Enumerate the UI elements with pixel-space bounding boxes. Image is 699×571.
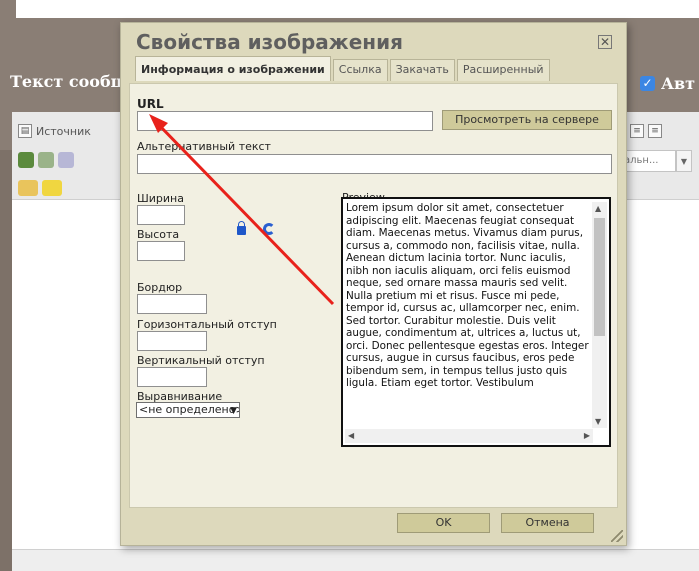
chevron-down-icon[interactable]: ▼ bbox=[676, 150, 692, 172]
ok-button[interactable]: OK bbox=[397, 513, 490, 533]
list-buttons: ≡ ≡ bbox=[630, 124, 662, 138]
browse-server-button[interactable]: Просмотреть на сервере bbox=[442, 110, 612, 130]
border-label: Бордюр bbox=[137, 281, 183, 294]
scroll-right-icon[interactable]: ▶ bbox=[584, 431, 590, 440]
hspace-label: Горизонтальный отступ bbox=[137, 318, 277, 331]
vspace-label: Вертикальный отступ bbox=[137, 354, 265, 367]
alt-text-input[interactable] bbox=[137, 154, 612, 174]
numbered-list-icon[interactable]: ≡ bbox=[630, 124, 644, 138]
source-icon: ▤ bbox=[18, 124, 32, 138]
tab-advanced[interactable]: Расширенный bbox=[456, 59, 550, 81]
border-input[interactable] bbox=[137, 294, 207, 314]
align-select[interactable]: <не определено> ▼ bbox=[136, 402, 240, 418]
image-icon[interactable] bbox=[18, 152, 34, 168]
left-strip bbox=[0, 150, 12, 571]
alt-text-label: Альтернативный текст bbox=[137, 140, 271, 153]
style-select[interactable]: альн... bbox=[620, 150, 676, 172]
scroll-up-icon[interactable]: ▲ bbox=[595, 204, 601, 213]
background-color-icon[interactable] bbox=[42, 180, 62, 196]
url-input[interactable] bbox=[137, 111, 433, 131]
preview-box: Lorem ipsum dolor sit amet, consectetuer… bbox=[341, 197, 611, 447]
vspace-input[interactable] bbox=[137, 367, 207, 387]
height-input[interactable] bbox=[137, 241, 185, 261]
resize-grip-icon[interactable] bbox=[611, 530, 623, 542]
source-label: Источник bbox=[36, 124, 91, 138]
align-select-value: <не определено> bbox=[139, 403, 240, 416]
width-label: Ширина bbox=[137, 192, 184, 205]
checkbox-icon[interactable]: ✓ bbox=[640, 76, 655, 91]
tab-upload[interactable]: Закачать bbox=[389, 59, 455, 81]
hspace-input[interactable] bbox=[137, 331, 207, 351]
flag-icon[interactable] bbox=[58, 152, 74, 168]
auto-option[interactable]: ✓ Авт bbox=[640, 74, 695, 93]
toolbar-row-2 bbox=[18, 152, 74, 168]
cancel-button[interactable]: Отмена bbox=[501, 513, 594, 533]
preview-text: Lorem ipsum dolor sit amet, consectetuer… bbox=[346, 202, 589, 389]
flash-icon[interactable] bbox=[38, 152, 54, 168]
page-top-panel bbox=[16, 0, 699, 18]
auto-label: Авт bbox=[661, 74, 696, 93]
tab-image-info[interactable]: Информация о изображении bbox=[135, 56, 331, 81]
image-properties-dialog: Свойства изображения ✕ Информация о изоб… bbox=[120, 22, 627, 546]
width-input[interactable] bbox=[137, 205, 185, 225]
url-label: URL bbox=[137, 97, 164, 111]
message-text-heading: Текст сообщения bbox=[10, 72, 122, 91]
dialog-title: Свойства изображения bbox=[136, 30, 403, 54]
height-label: Высота bbox=[137, 228, 180, 241]
text-color-icon[interactable] bbox=[18, 180, 38, 196]
bulleted-list-icon[interactable]: ≡ bbox=[648, 124, 662, 138]
lock-ratio-icon[interactable] bbox=[237, 221, 246, 235]
reset-size-icon[interactable] bbox=[263, 223, 275, 235]
source-button[interactable]: ▤ Источник bbox=[18, 124, 91, 138]
toolbar-row-3 bbox=[18, 180, 62, 196]
scroll-thumb[interactable] bbox=[594, 218, 605, 336]
close-icon[interactable]: ✕ bbox=[598, 35, 612, 49]
preview-vertical-scrollbar[interactable]: ▲ ▼ bbox=[592, 202, 607, 428]
scroll-left-icon[interactable]: ◀ bbox=[348, 431, 354, 440]
dialog-tabs: Информация о изображении Ссылка Закачать… bbox=[135, 56, 552, 81]
scroll-down-icon[interactable]: ▼ bbox=[595, 417, 601, 426]
chevron-down-icon: ▼ bbox=[230, 406, 237, 416]
tab-link[interactable]: Ссылка bbox=[332, 59, 388, 81]
editor-status-bar bbox=[12, 549, 699, 571]
preview-horizontal-scrollbar[interactable]: ◀ ▶ bbox=[345, 429, 593, 443]
